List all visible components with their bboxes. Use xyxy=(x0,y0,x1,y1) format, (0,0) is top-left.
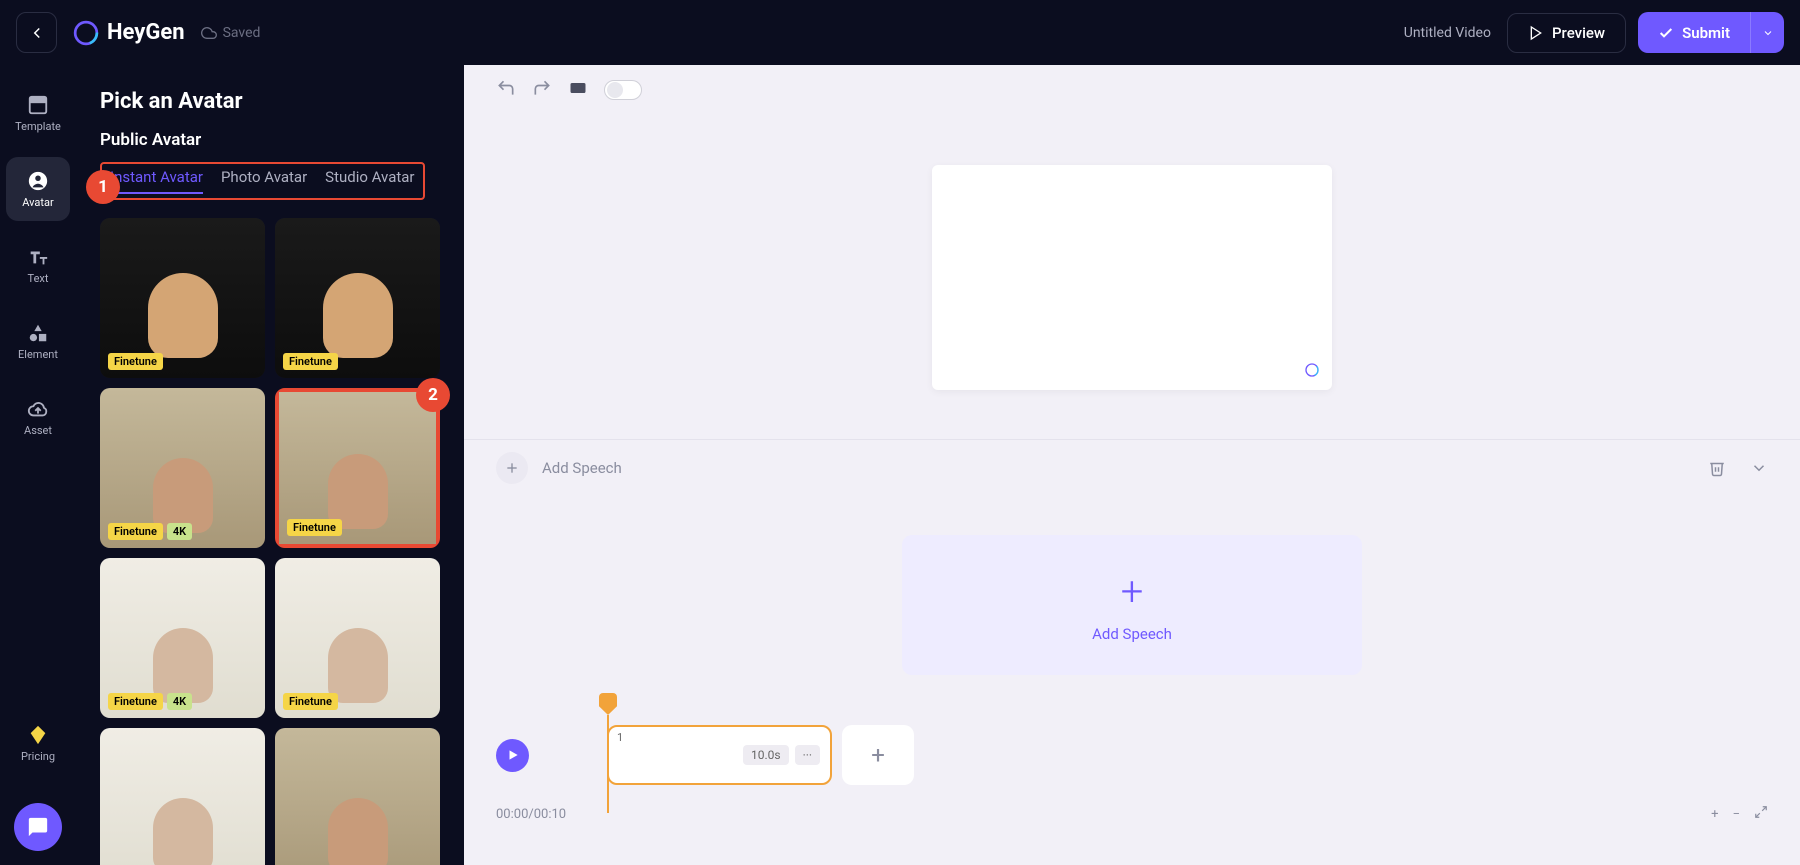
toggle-switch[interactable] xyxy=(604,80,642,100)
expand-speech-icon[interactable] xyxy=(1750,459,1768,477)
timeline-fit[interactable] xyxy=(1754,805,1768,823)
save-status: Saved xyxy=(201,25,261,41)
nav-text-label: Text xyxy=(28,272,49,285)
delete-icon[interactable] xyxy=(1708,459,1726,477)
callout-2: 2 xyxy=(416,378,450,412)
nav-element[interactable]: Element xyxy=(6,309,70,373)
nav-asset-label: Asset xyxy=(24,424,52,437)
redo-button[interactable] xyxy=(532,78,552,102)
tab-instant-avatar[interactable]: Instant Avatar xyxy=(110,168,203,194)
tab-photo-avatar[interactable]: Photo Avatar xyxy=(221,168,307,194)
video-title[interactable]: Untitled Video xyxy=(1404,25,1491,41)
nav-asset[interactable]: Asset xyxy=(6,385,70,449)
nav-avatar[interactable]: Avatar xyxy=(6,157,70,221)
timeline-clip[interactable]: 1 10.0s ··· xyxy=(607,725,832,785)
avatar-card[interactable]: Finetune4K xyxy=(100,388,265,548)
avatar-card[interactable]: Finetune xyxy=(275,218,440,378)
avatar-card[interactable] xyxy=(275,728,440,865)
submit-dropdown[interactable] xyxy=(1750,12,1784,53)
badge: 4K xyxy=(167,523,192,540)
undo-button[interactable] xyxy=(496,78,516,102)
badge: Finetune xyxy=(108,523,163,540)
back-button[interactable] xyxy=(16,12,57,53)
panel-subtitle: Public Avatar xyxy=(100,130,440,150)
nav-text[interactable]: Text xyxy=(6,233,70,297)
badge: Finetune xyxy=(283,353,338,370)
clip-number: 1 xyxy=(617,731,623,744)
nav-avatar-label: Avatar xyxy=(22,196,53,209)
chat-support-button[interactable] xyxy=(14,803,62,851)
panel-title: Pick an Avatar xyxy=(100,89,440,114)
preview-label: Preview xyxy=(1552,24,1605,42)
play-button[interactable] xyxy=(496,739,529,772)
plus-icon: + xyxy=(1121,568,1144,615)
canvas-watermark-icon xyxy=(1304,362,1320,378)
avatar-card[interactable]: Finetune xyxy=(100,218,265,378)
badge: Finetune xyxy=(283,693,338,710)
badge: Finetune xyxy=(108,693,163,710)
nav-element-label: Element xyxy=(18,348,58,361)
avatar-card[interactable] xyxy=(100,728,265,865)
submit-label: Submit xyxy=(1682,24,1730,42)
video-canvas[interactable] xyxy=(932,165,1332,390)
timeline-zoom-in[interactable]: + xyxy=(1711,807,1718,822)
brand-name: HeyGen xyxy=(107,20,185,45)
clip-more-button[interactable]: ··· xyxy=(795,745,820,765)
avatar-card[interactable]: Finetune2 xyxy=(275,388,440,548)
add-clip-button[interactable]: + xyxy=(842,725,914,785)
submit-button[interactable]: Submit xyxy=(1638,12,1750,53)
save-status-text: Saved xyxy=(223,25,261,41)
timeline-zoom-out[interactable]: − xyxy=(1733,807,1740,822)
avatar-card[interactable]: Finetune xyxy=(275,558,440,718)
add-speech-icon[interactable] xyxy=(496,452,528,484)
nav-pricing[interactable]: Pricing xyxy=(6,711,70,775)
badge: Finetune xyxy=(108,353,163,370)
badge: 4K xyxy=(167,693,192,710)
nav-template[interactable]: Template xyxy=(6,81,70,145)
aspect-ratio-button[interactable] xyxy=(568,78,588,102)
callout-1: 1 xyxy=(86,170,120,204)
add-speech-box[interactable]: + Add Speech xyxy=(902,535,1362,675)
nav-template-label: Template xyxy=(15,120,61,133)
avatar-card[interactable]: Finetune4K xyxy=(100,558,265,718)
preview-button[interactable]: Preview xyxy=(1507,13,1626,53)
clip-duration: 10.0s xyxy=(743,745,789,765)
add-speech-box-label: Add Speech xyxy=(1092,625,1172,643)
badge: Finetune xyxy=(287,519,342,536)
tab-studio-avatar[interactable]: Studio Avatar xyxy=(325,168,415,194)
avatar-tabs: Instant Avatar Photo Avatar Studio Avata… xyxy=(100,162,425,200)
brand-logo: HeyGen xyxy=(73,20,185,46)
nav-pricing-label: Pricing xyxy=(21,750,55,763)
add-speech-label: Add Speech xyxy=(542,459,622,477)
timeline-time: 00:00/00:10 xyxy=(496,807,566,822)
